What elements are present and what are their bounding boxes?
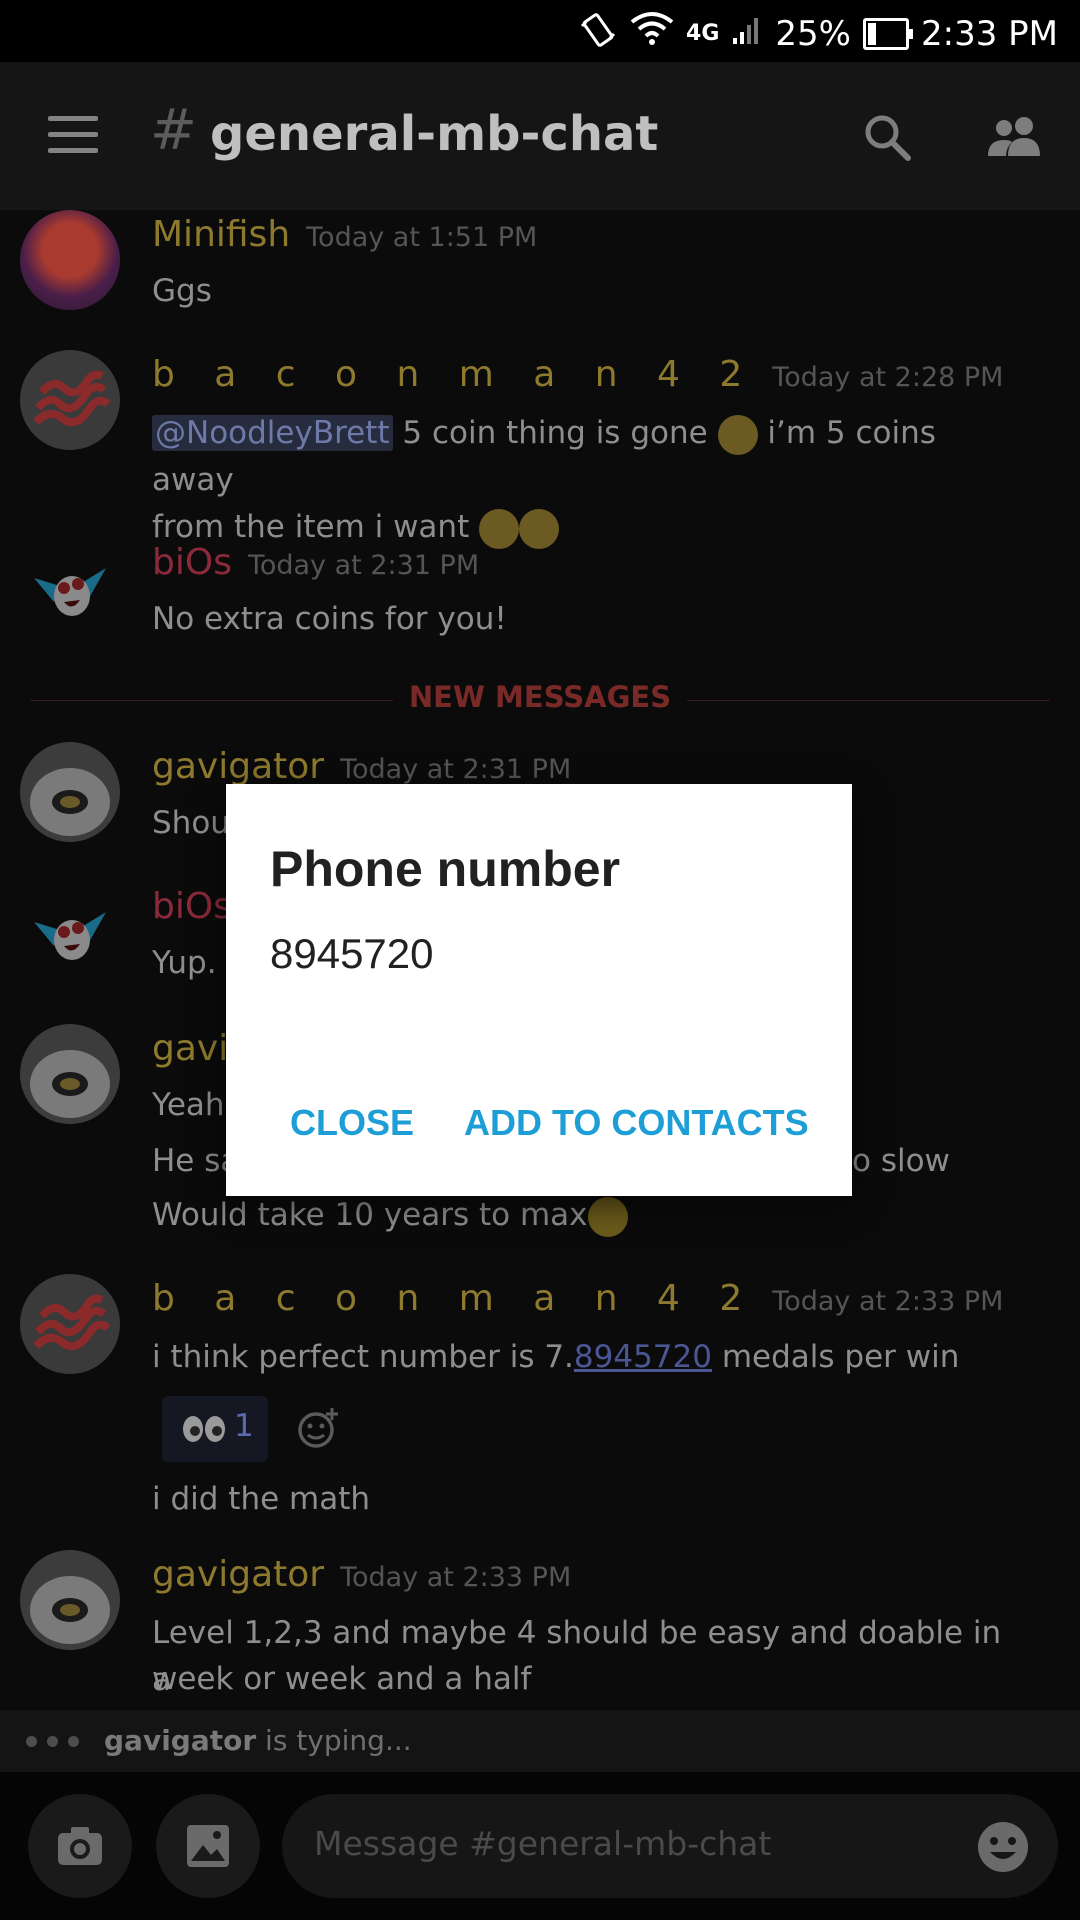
network-type: 4G bbox=[686, 21, 720, 46]
author-name[interactable]: Minifish bbox=[152, 214, 290, 255]
add-reaction-icon[interactable] bbox=[296, 1406, 340, 1450]
battery-percent: 25% bbox=[775, 13, 851, 54]
message-author-row: gavigator Today at 2:33 PM bbox=[152, 1554, 571, 1595]
user-mention[interactable]: @NoodleyBrett bbox=[152, 415, 393, 451]
avatar[interactable] bbox=[20, 882, 120, 982]
status-bar: 4G 25% 2:33 PM bbox=[0, 0, 1080, 62]
message-author-row: biOs Today at 2:31 PM bbox=[152, 542, 479, 583]
author-name[interactable]: gavigator bbox=[152, 746, 324, 787]
clock: 2:33 PM bbox=[921, 13, 1058, 54]
relieved-emoji-icon bbox=[479, 508, 520, 549]
avatar[interactable] bbox=[20, 1274, 120, 1374]
avatar[interactable] bbox=[20, 1550, 120, 1650]
message-fragment: from the item i want bbox=[152, 509, 480, 545]
camera-icon bbox=[58, 1827, 102, 1865]
message-input-placeholder: Message #general-mb-chat bbox=[314, 1824, 772, 1863]
author-name[interactable]: gavi bbox=[152, 1028, 228, 1069]
message-author-row: Minifish Today at 1:51 PM bbox=[152, 214, 537, 255]
signal-icon bbox=[731, 14, 763, 53]
channel-header: # general-mb-chat bbox=[0, 62, 1080, 210]
dialog-title: Phone number bbox=[270, 841, 621, 897]
image-icon bbox=[187, 1825, 229, 1867]
message-author-row: b a c o n m a n 4 2 Today at 2:28 PM bbox=[152, 354, 1003, 395]
reaction-eyes[interactable]: 1 bbox=[162, 1396, 268, 1462]
avatar[interactable] bbox=[20, 538, 120, 638]
author-name[interactable]: b a c o n m a n 4 2 bbox=[152, 354, 756, 395]
author-name[interactable]: biOs bbox=[152, 886, 232, 927]
frowning-emoji-icon bbox=[717, 414, 758, 455]
avatar[interactable] bbox=[20, 350, 120, 450]
avatar[interactable] bbox=[20, 210, 120, 310]
message-text: i did the math bbox=[152, 1481, 371, 1517]
timestamp: Today at 2:31 PM bbox=[340, 754, 572, 785]
message-fragment: 5 coin thing is gone bbox=[392, 415, 718, 451]
author-name[interactable]: b a c o n m a n 4 2 bbox=[152, 1278, 756, 1319]
members-icon[interactable] bbox=[986, 112, 1046, 162]
phone-number-value: 8945720 bbox=[270, 930, 434, 977]
close-button[interactable]: CLOSE bbox=[290, 1102, 414, 1144]
camera-button[interactable] bbox=[28, 1794, 132, 1898]
timestamp: Today at 1:51 PM bbox=[306, 222, 538, 253]
message-text: @NoodleyBrett 5 coin thing is gone i’m 5… bbox=[152, 410, 1020, 551]
divider-label: NEW MESSAGES bbox=[392, 680, 688, 714]
message-text: i think perfect number is 7.8945720 meda… bbox=[152, 1334, 1020, 1381]
search-icon[interactable] bbox=[862, 112, 912, 162]
message-fragment: medals per win bbox=[711, 1339, 960, 1375]
typing-indicator: gavigator is typing... bbox=[0, 1710, 1080, 1772]
eyes-emoji-icon bbox=[182, 1414, 226, 1452]
timestamp: Today at 2:31 PM bbox=[247, 550, 480, 581]
emoji-picker-icon[interactable] bbox=[976, 1820, 1030, 1874]
message-text: Would take 10 years to max bbox=[152, 1192, 1020, 1239]
new-messages-divider: NEW MESSAGES bbox=[30, 680, 1050, 720]
message-composer: Message #general-mb-chat bbox=[0, 1772, 1080, 1920]
hash-icon: # bbox=[150, 98, 197, 163]
typing-user: gavigator bbox=[104, 1724, 257, 1757]
timestamp: Today at 2:33 PM bbox=[772, 1286, 1004, 1317]
status-icons: 4G 25% 2:33 PM bbox=[578, 10, 1058, 57]
message-author-row: gavigator Today at 2:31 PM bbox=[152, 746, 571, 787]
confused-emoji-icon bbox=[519, 508, 560, 549]
avatar[interactable] bbox=[20, 742, 120, 842]
laughing-emoji-icon bbox=[587, 1196, 628, 1237]
timestamp: Today at 2:33 PM bbox=[340, 1562, 572, 1593]
phone-number-link[interactable]: 8945720 bbox=[574, 1339, 712, 1375]
typing-text: gavigator is typing... bbox=[104, 1724, 412, 1757]
message-author-row: b a c o n m a n 4 2 Today at 2:33 PM bbox=[152, 1278, 1003, 1319]
channel-title: general-mb-chat bbox=[210, 106, 659, 162]
phone-number-dialog: Phone number 8945720 CLOSE ADD TO CONTAC… bbox=[226, 784, 852, 1196]
message-fragment: i think perfect number is 7. bbox=[152, 1339, 574, 1375]
battery-icon bbox=[863, 17, 913, 50]
author-name[interactable]: gavigator bbox=[152, 1554, 324, 1595]
wifi-icon bbox=[630, 10, 674, 57]
message-text: o slow bbox=[852, 1143, 950, 1179]
typing-dots-icon bbox=[26, 1736, 79, 1747]
timestamp: Today at 2:28 PM bbox=[772, 362, 1004, 393]
message-input[interactable]: Message #general-mb-chat bbox=[282, 1794, 1058, 1898]
message-text: No extra coins for you! bbox=[152, 601, 507, 637]
vibrate-icon bbox=[578, 10, 618, 57]
avatar[interactable] bbox=[20, 1024, 120, 1124]
gallery-button[interactable] bbox=[156, 1794, 260, 1898]
author-name[interactable]: biOs bbox=[152, 542, 232, 583]
reaction-count: 1 bbox=[234, 1408, 254, 1444]
message-fragment: Would take 10 years to max bbox=[152, 1197, 588, 1233]
message-text: week or week and a half bbox=[152, 1661, 532, 1697]
message-text: Ggs bbox=[152, 273, 212, 309]
menu-icon[interactable] bbox=[48, 116, 98, 154]
add-to-contacts-button[interactable]: ADD TO CONTACTS bbox=[464, 1102, 809, 1144]
typing-label: is typing... bbox=[256, 1724, 412, 1757]
